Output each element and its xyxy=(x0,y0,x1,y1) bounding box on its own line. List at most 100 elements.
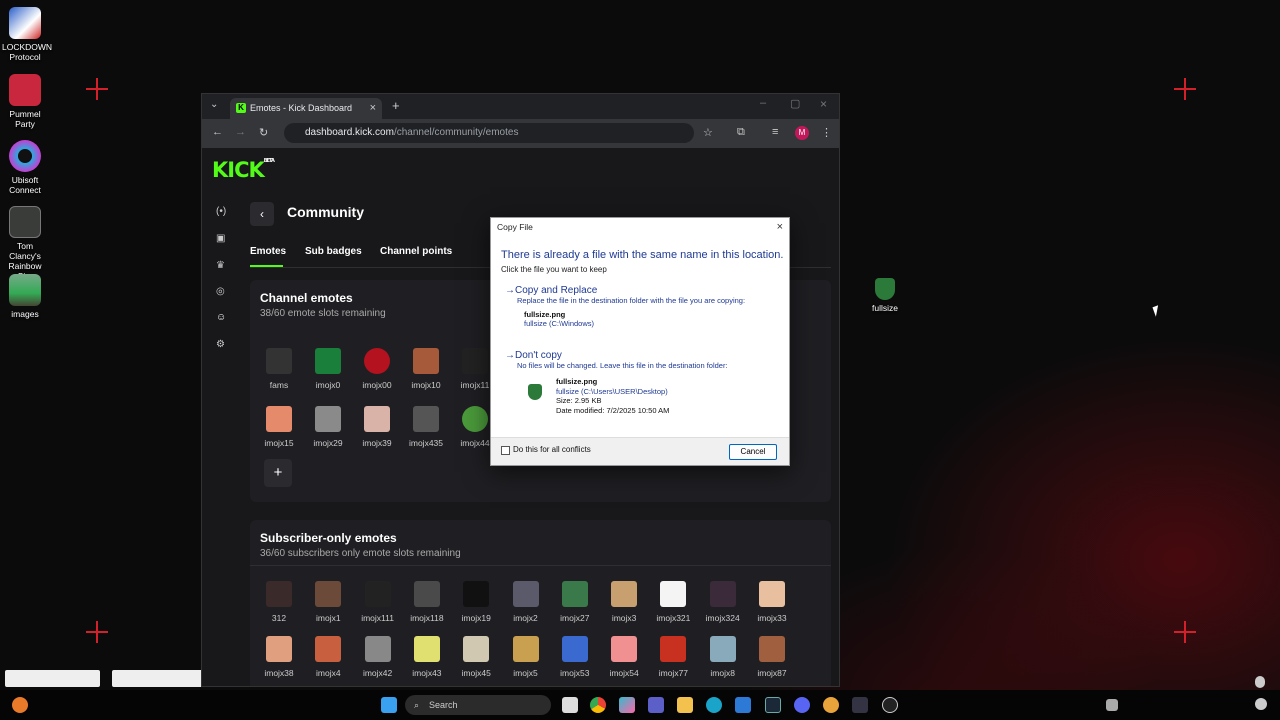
sub-divider xyxy=(250,565,831,566)
emote-tile[interactable]: imojx1 xyxy=(308,581,348,623)
arrow-right-icon: → xyxy=(505,285,515,296)
emote-tile[interactable]: imojx43 xyxy=(407,636,447,678)
emote-tile[interactable]: imojx11 xyxy=(455,348,495,390)
minimize-icon[interactable]: – xyxy=(760,97,766,109)
address-bar[interactable]: dashboard.kick.com/channel/community/emo… xyxy=(284,123,694,143)
emote-tile[interactable]: imojx3 xyxy=(604,581,644,623)
emote-tile[interactable]: imojx435 xyxy=(406,406,446,448)
tab-sub-badges[interactable]: Sub badges xyxy=(305,246,362,257)
crosshair-icon xyxy=(86,78,108,100)
emote-tile[interactable]: imojx15 xyxy=(259,406,299,448)
sidebar-moderation-icon[interactable]: ◎ xyxy=(216,286,225,297)
steam-icon[interactable] xyxy=(765,697,781,713)
discord-icon[interactable] xyxy=(794,697,810,713)
reload-icon[interactable]: ↻ xyxy=(259,126,268,139)
store-icon[interactable] xyxy=(735,697,751,713)
all-conflicts-checkbox[interactable] xyxy=(501,446,510,455)
emote-tile[interactable]: imojx324 xyxy=(703,581,743,623)
start-icon[interactable] xyxy=(381,697,397,713)
mini-window[interactable] xyxy=(112,670,207,687)
emote-tile[interactable]: imojx10 xyxy=(406,348,446,390)
copilot-icon[interactable] xyxy=(619,697,635,713)
emote-tile[interactable]: imojx0 xyxy=(308,348,348,390)
weather-icon[interactable] xyxy=(12,697,28,713)
menu-icon[interactable]: ⋮ xyxy=(821,126,832,139)
chrome-icon[interactable] xyxy=(590,697,606,713)
obs-icon[interactable] xyxy=(882,697,898,713)
task-view-icon[interactable] xyxy=(562,697,578,713)
emote-tile[interactable]: imojx33 xyxy=(752,581,792,623)
emote-tile[interactable]: imojx118 xyxy=(407,581,447,623)
desktop-icon-rainbow[interactable]: Tom Clancy's Rainbow Si... xyxy=(2,206,48,281)
browser-tab[interactable]: K Emotes - Kick Dashboard × xyxy=(230,98,382,119)
emote-tile[interactable]: imojx4 xyxy=(308,636,348,678)
emote-tile[interactable]: imojx29 xyxy=(308,406,348,448)
desktop-file-fullsize[interactable]: fullsize xyxy=(862,278,908,313)
forward-icon[interactable]: → xyxy=(235,126,246,138)
emote-tile[interactable]: imojx321 xyxy=(653,581,693,623)
sidebar-analytics-icon[interactable]: ▣ xyxy=(216,233,225,244)
back-button[interactable]: ‹ xyxy=(250,202,274,226)
close-tab-icon[interactable]: × xyxy=(370,98,376,119)
emote-tile[interactable]: imojx44 xyxy=(455,406,495,448)
xbox-icon[interactable] xyxy=(852,697,868,713)
emote-tile[interactable]: imojx54 xyxy=(604,636,644,678)
sidebar-settings-icon[interactable]: ⚙ xyxy=(216,339,225,350)
sidebar-stream-icon[interactable]: (•) xyxy=(216,206,226,217)
emote-tile[interactable]: imojx2 xyxy=(506,581,546,623)
tab-search-icon[interactable]: ⌄ xyxy=(210,99,218,110)
add-emote-button[interactable]: + xyxy=(264,459,292,487)
cancel-button[interactable]: Cancel xyxy=(729,444,777,460)
emote-tile[interactable]: fams xyxy=(259,348,299,390)
copy-and-replace-option[interactable]: →Copy and Replace Replace the file in th… xyxy=(505,285,745,328)
desktop-icon-images[interactable]: images xyxy=(2,274,48,319)
emote-tile[interactable]: imojx42 xyxy=(358,636,398,678)
teams-icon[interactable] xyxy=(648,697,664,713)
emote-tile[interactable]: imojx53 xyxy=(555,636,595,678)
file-explorer-icon[interactable] xyxy=(677,697,693,713)
lockdown-icon xyxy=(9,7,41,39)
emote-tile[interactable]: imojx111 xyxy=(358,581,398,623)
desktop-icon-lockdown[interactable]: LOCKDOWN Protocol xyxy=(2,7,52,62)
dont-copy-option[interactable]: →Don't copy No files will be changed. Le… xyxy=(505,350,728,370)
emote-tile[interactable]: imojx19 xyxy=(456,581,496,623)
sub-emotes-sub: 36/60 subscribers only emote slots remai… xyxy=(260,548,461,559)
emote-tile[interactable]: imojx27 xyxy=(555,581,595,623)
desktop-icon-pummel[interactable]: Pummel Party xyxy=(2,74,48,129)
emote-tile[interactable]: imojx87 xyxy=(752,636,792,678)
taskbar-search[interactable]: ⌕ Search xyxy=(405,695,551,715)
sidebar-trophy-icon[interactable]: ♛ xyxy=(216,260,225,271)
settings-tray-icon[interactable] xyxy=(1255,698,1267,710)
tab-emotes[interactable]: Emotes xyxy=(250,246,286,257)
emote-tile[interactable]: imojx5 xyxy=(506,636,546,678)
crosshair-icon xyxy=(86,621,108,643)
emote-tile[interactable]: imojx00 xyxy=(357,348,397,390)
maximize-icon[interactable]: ▢ xyxy=(790,97,800,110)
tray-icon[interactable] xyxy=(1106,699,1118,711)
channel-emotes-title: Channel emotes xyxy=(260,291,353,305)
extensions-icon[interactable]: ⧉ xyxy=(737,126,745,139)
crosshair-icon xyxy=(1174,621,1196,643)
game-icon[interactable] xyxy=(823,697,839,713)
tab-channel-points[interactable]: Channel points xyxy=(380,246,452,257)
emote-tile[interactable]: imojx39 xyxy=(357,406,397,448)
dialog-subheading: Click the file you want to keep xyxy=(501,265,607,274)
emote-tile[interactable]: imojx8 xyxy=(703,636,743,678)
desktop-icon-ubisoft[interactable]: Ubisoft Connect xyxy=(2,140,48,195)
emote-tile[interactable]: imojx45 xyxy=(456,636,496,678)
new-tab-icon[interactable]: + xyxy=(392,98,400,113)
mini-window[interactable] xyxy=(5,670,100,687)
back-icon[interactable]: ← xyxy=(212,126,223,138)
bookmark-star-icon[interactable]: ☆ xyxy=(703,126,713,139)
emote-tile[interactable]: imojx38 xyxy=(259,636,299,678)
close-window-icon[interactable]: × xyxy=(820,97,827,111)
edge-icon[interactable] xyxy=(706,697,722,713)
dialog-close-icon[interactable]: × xyxy=(777,221,783,233)
profile-avatar[interactable]: M xyxy=(795,126,809,140)
mic-icon[interactable] xyxy=(1255,676,1265,688)
sidebar-community-icon[interactable]: ☺ xyxy=(216,312,226,323)
media-icon[interactable]: ≡ xyxy=(772,126,778,138)
kick-logo[interactable]: KICKBETA xyxy=(212,158,275,182)
emote-tile[interactable]: imojx77 xyxy=(653,636,693,678)
emote-tile[interactable]: 312 xyxy=(259,581,299,623)
